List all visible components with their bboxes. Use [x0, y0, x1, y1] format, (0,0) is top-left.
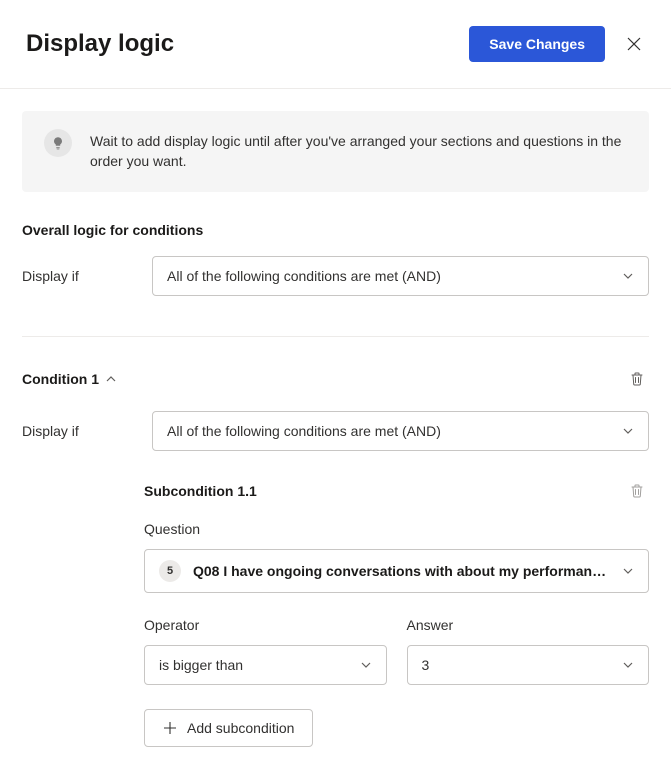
divider: [22, 336, 649, 337]
save-button[interactable]: Save Changes: [469, 26, 605, 62]
condition-display-if-select[interactable]: All of the following conditions are met …: [152, 411, 649, 451]
plus-icon: [163, 721, 177, 735]
condition-toggle[interactable]: Condition 1: [22, 371, 117, 387]
subcondition-block: Subcondition 1.1 Question 5 Q08 I have o…: [144, 479, 649, 747]
question-select-value: 5 Q08 I have ongoing conversations with …: [159, 560, 606, 582]
delete-subcondition-button[interactable]: [625, 479, 649, 503]
close-icon: [627, 37, 641, 51]
chevron-down-icon: [622, 659, 634, 671]
question-badge: 5: [159, 560, 181, 582]
dialog-header: Display logic Save Changes: [0, 0, 671, 89]
answer-label: Answer: [407, 617, 650, 633]
overall-display-if-row: Display if All of the following conditio…: [22, 256, 649, 296]
condition-display-if-label: Display if: [22, 423, 144, 439]
dialog-content: Wait to add display logic until after yo…: [0, 89, 671, 769]
operator-answer-row: Operator is bigger than Answer 3: [144, 617, 649, 685]
condition-header: Condition 1: [22, 367, 649, 391]
chevron-down-icon: [360, 659, 372, 671]
condition-display-if-row: Display if All of the following conditio…: [22, 411, 649, 451]
chevron-down-icon: [622, 270, 634, 282]
answer-value: 3: [422, 657, 430, 673]
overall-display-if-value: All of the following conditions are met …: [167, 268, 441, 284]
operator-label: Operator: [144, 617, 387, 633]
subcondition-title: Subcondition 1.1: [144, 483, 257, 499]
trash-icon: [629, 371, 645, 387]
chevron-down-icon: [622, 565, 634, 577]
chevron-up-icon: [105, 373, 117, 385]
subcondition-header: Subcondition 1.1: [144, 479, 649, 503]
page-title: Display logic: [26, 30, 174, 58]
operator-select[interactable]: is bigger than: [144, 645, 387, 685]
question-field-group: Question 5 Q08 I have ongoing conversati…: [144, 521, 649, 593]
info-text: Wait to add display logic until after yo…: [90, 131, 627, 172]
overall-display-if-label: Display if: [22, 268, 144, 284]
operator-value: is bigger than: [159, 657, 243, 673]
add-subcondition-button[interactable]: Add subcondition: [144, 709, 313, 747]
overall-section-title: Overall logic for conditions: [22, 222, 649, 238]
lightbulb-icon: [44, 129, 72, 157]
delete-condition-button[interactable]: [625, 367, 649, 391]
answer-field-group: Answer 3: [407, 617, 650, 685]
chevron-down-icon: [622, 425, 634, 437]
add-subcondition-label: Add subcondition: [187, 720, 294, 736]
header-actions: Save Changes: [469, 26, 645, 62]
close-button[interactable]: [623, 33, 645, 55]
question-select[interactable]: 5 Q08 I have ongoing conversations with …: [144, 549, 649, 593]
answer-select[interactable]: 3: [407, 645, 650, 685]
overall-logic-section: Overall logic for conditions Display if …: [22, 222, 649, 296]
overall-display-if-select[interactable]: All of the following conditions are met …: [152, 256, 649, 296]
condition-title: Condition 1: [22, 371, 99, 387]
question-label: Question: [144, 521, 649, 537]
operator-field-group: Operator is bigger than: [144, 617, 387, 685]
question-text: Q08 I have ongoing conversations with ab…: [193, 563, 606, 579]
info-banner: Wait to add display logic until after yo…: [22, 111, 649, 192]
trash-icon: [629, 483, 645, 499]
condition-display-if-value: All of the following conditions are met …: [167, 423, 441, 439]
